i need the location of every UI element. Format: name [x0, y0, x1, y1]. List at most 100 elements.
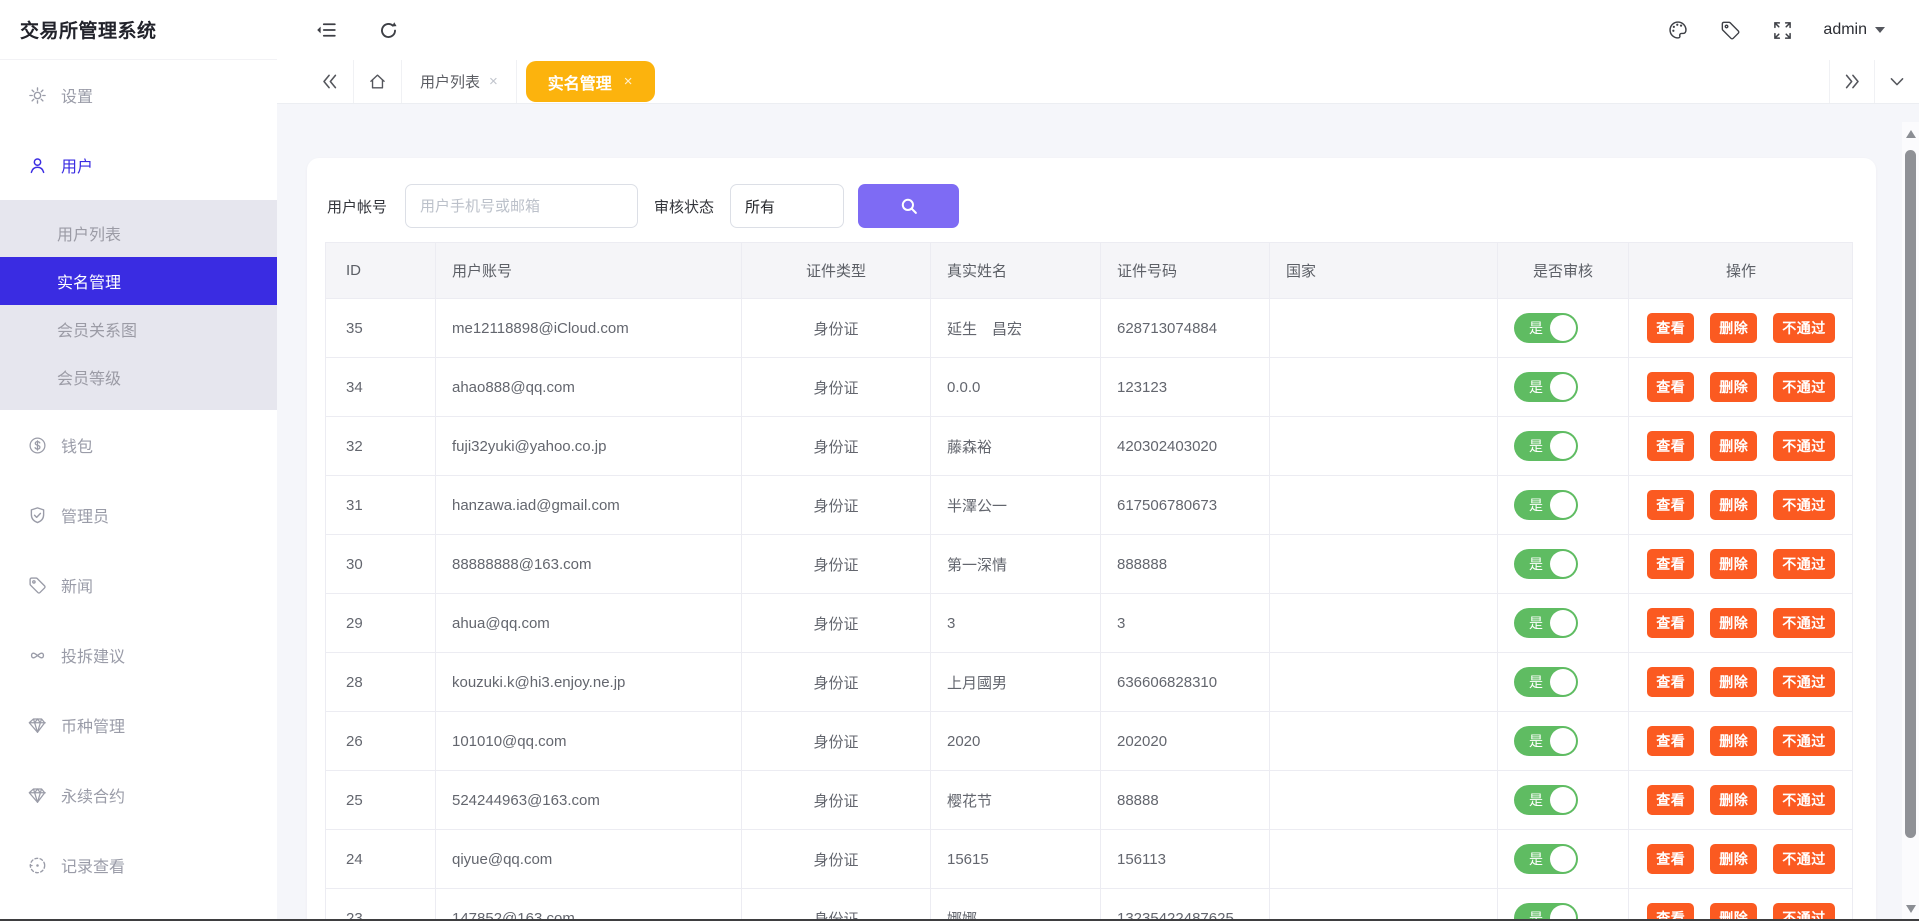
- view-button[interactable]: 查看: [1647, 313, 1694, 343]
- audit-toggle[interactable]: 是: [1514, 608, 1578, 638]
- cell-cert-no: 3: [1101, 594, 1270, 653]
- audit-toggle[interactable]: 是: [1514, 667, 1578, 697]
- scrollbar-up-arrow-icon[interactable]: [1906, 130, 1916, 138]
- view-button[interactable]: 查看: [1647, 667, 1694, 697]
- tabs-scroll-left-button[interactable]: [306, 60, 354, 103]
- topbar: admin: [277, 0, 1919, 60]
- delete-button[interactable]: 删除: [1710, 490, 1757, 520]
- cell-audit: 是: [1498, 417, 1629, 476]
- toggle-knob: [1550, 551, 1576, 577]
- reject-button[interactable]: 不通过: [1773, 549, 1835, 579]
- cell-cert-type: 身份证: [742, 476, 931, 535]
- tab-user-list[interactable]: 用户列表 ×: [402, 60, 517, 103]
- close-icon[interactable]: ×: [489, 74, 498, 89]
- audit-toggle[interactable]: 是: [1514, 549, 1578, 579]
- account-input[interactable]: [405, 184, 638, 228]
- sidebar-collapse-icon[interactable]: [315, 19, 337, 41]
- cell-country: [1270, 358, 1498, 417]
- delete-button[interactable]: 删除: [1710, 844, 1757, 874]
- sidebar-item-records[interactable]: 记录查看: [0, 830, 277, 900]
- sidebar-item-coins[interactable]: 币种管理: [0, 690, 277, 760]
- tabs-scroll-right-button[interactable]: [1829, 60, 1874, 103]
- table-row: 29 ahua@qq.com 身份证 3 3 是 查看 删除 不通过: [326, 594, 1852, 653]
- search-button[interactable]: [858, 184, 959, 228]
- delete-button[interactable]: 删除: [1710, 726, 1757, 756]
- fullscreen-icon[interactable]: [1771, 19, 1793, 41]
- account-filter-label: 用户帐号: [327, 196, 387, 217]
- sidebar-item-settings[interactable]: 设置: [0, 60, 277, 130]
- wallet-icon: [28, 436, 47, 455]
- tab-realname-active[interactable]: 实名管理 ×: [526, 61, 655, 102]
- scrollbar-thumb[interactable]: [1905, 150, 1916, 838]
- reject-button[interactable]: 不通过: [1773, 372, 1835, 402]
- reject-button[interactable]: 不通过: [1773, 313, 1835, 343]
- cell-cert-type: 身份证: [742, 653, 931, 712]
- audit-toggle-label: 是: [1529, 495, 1543, 515]
- view-button[interactable]: 查看: [1647, 608, 1694, 638]
- delete-button[interactable]: 删除: [1710, 313, 1757, 343]
- sidebar-item-admins[interactable]: 管理员: [0, 480, 277, 550]
- cell-cert-no: 628713074884: [1101, 299, 1270, 358]
- reject-button[interactable]: 不通过: [1773, 431, 1835, 461]
- table-row: 28 kouzuki.k@hi3.enjoy.ne.jp 身份证 上月國男 63…: [326, 653, 1852, 712]
- refresh-icon[interactable]: [377, 19, 399, 41]
- reject-button[interactable]: 不通过: [1773, 844, 1835, 874]
- submenu-item-user-list[interactable]: 用户列表: [0, 209, 277, 257]
- cell-real-name: 娜娜: [931, 889, 1101, 921]
- sidebar-item-feedback[interactable]: 投拆建议: [0, 620, 277, 690]
- audit-toggle-label: 是: [1529, 613, 1543, 633]
- cell-cert-no: 617506780673: [1101, 476, 1270, 535]
- cell-country: [1270, 535, 1498, 594]
- view-button[interactable]: 查看: [1647, 726, 1694, 756]
- reject-button[interactable]: 不通过: [1773, 490, 1835, 520]
- scrollbar[interactable]: [1902, 122, 1919, 921]
- status-select[interactable]: 所有: [730, 184, 844, 228]
- scrollbar-down-arrow-icon[interactable]: [1906, 905, 1916, 913]
- theme-palette-icon[interactable]: [1667, 19, 1689, 41]
- cell-actions: 查看 删除 不通过: [1629, 594, 1853, 653]
- sidebar-item-users[interactable]: 用户: [0, 130, 277, 200]
- sidebar-item-news[interactable]: 新闻: [0, 550, 277, 620]
- close-icon[interactable]: ×: [624, 74, 633, 89]
- cell-actions: 查看 删除 不通过: [1629, 299, 1853, 358]
- cell-country: [1270, 771, 1498, 830]
- submenu-item-relation-map[interactable]: 会员关系图: [0, 305, 277, 353]
- cell-account: 147852@163.com: [436, 889, 742, 921]
- admin-dropdown[interactable]: admin: [1823, 21, 1885, 39]
- double-chevron-left-icon: [320, 72, 339, 91]
- audit-toggle[interactable]: 是: [1514, 431, 1578, 461]
- tab-home[interactable]: [354, 60, 402, 103]
- delete-button[interactable]: 删除: [1710, 785, 1757, 815]
- view-button[interactable]: 查看: [1647, 785, 1694, 815]
- audit-toggle[interactable]: 是: [1514, 726, 1578, 756]
- sidebar-item-wallet[interactable]: 钱包: [0, 410, 277, 480]
- view-button[interactable]: 查看: [1647, 431, 1694, 461]
- reject-button[interactable]: 不通过: [1773, 608, 1835, 638]
- tabs-menu-button[interactable]: [1874, 60, 1919, 103]
- delete-button[interactable]: 删除: [1710, 431, 1757, 461]
- reject-button[interactable]: 不通过: [1773, 726, 1835, 756]
- column-header-account: 用户账号: [436, 243, 742, 299]
- sidebar-item-label: 用户: [61, 153, 93, 177]
- audit-toggle[interactable]: 是: [1514, 490, 1578, 520]
- reject-button[interactable]: 不通过: [1773, 785, 1835, 815]
- submenu-item-member-level[interactable]: 会员等级: [0, 353, 277, 401]
- reject-button[interactable]: 不通过: [1773, 667, 1835, 697]
- view-button[interactable]: 查看: [1647, 549, 1694, 579]
- view-button[interactable]: 查看: [1647, 844, 1694, 874]
- delete-button[interactable]: 删除: [1710, 549, 1757, 579]
- submenu-item-realname[interactable]: 实名管理: [0, 257, 277, 305]
- view-button[interactable]: 查看: [1647, 490, 1694, 520]
- tag-icon[interactable]: [1719, 19, 1741, 41]
- delete-button[interactable]: 删除: [1710, 372, 1757, 402]
- delete-button[interactable]: 删除: [1710, 608, 1757, 638]
- view-button[interactable]: 查看: [1647, 372, 1694, 402]
- audit-toggle[interactable]: 是: [1514, 372, 1578, 402]
- status-select-value: 所有: [745, 196, 775, 217]
- audit-toggle[interactable]: 是: [1514, 785, 1578, 815]
- gem-icon: [28, 716, 47, 735]
- sidebar-item-perpetual[interactable]: 永续合约: [0, 760, 277, 830]
- delete-button[interactable]: 删除: [1710, 667, 1757, 697]
- audit-toggle[interactable]: 是: [1514, 313, 1578, 343]
- audit-toggle[interactable]: 是: [1514, 844, 1578, 874]
